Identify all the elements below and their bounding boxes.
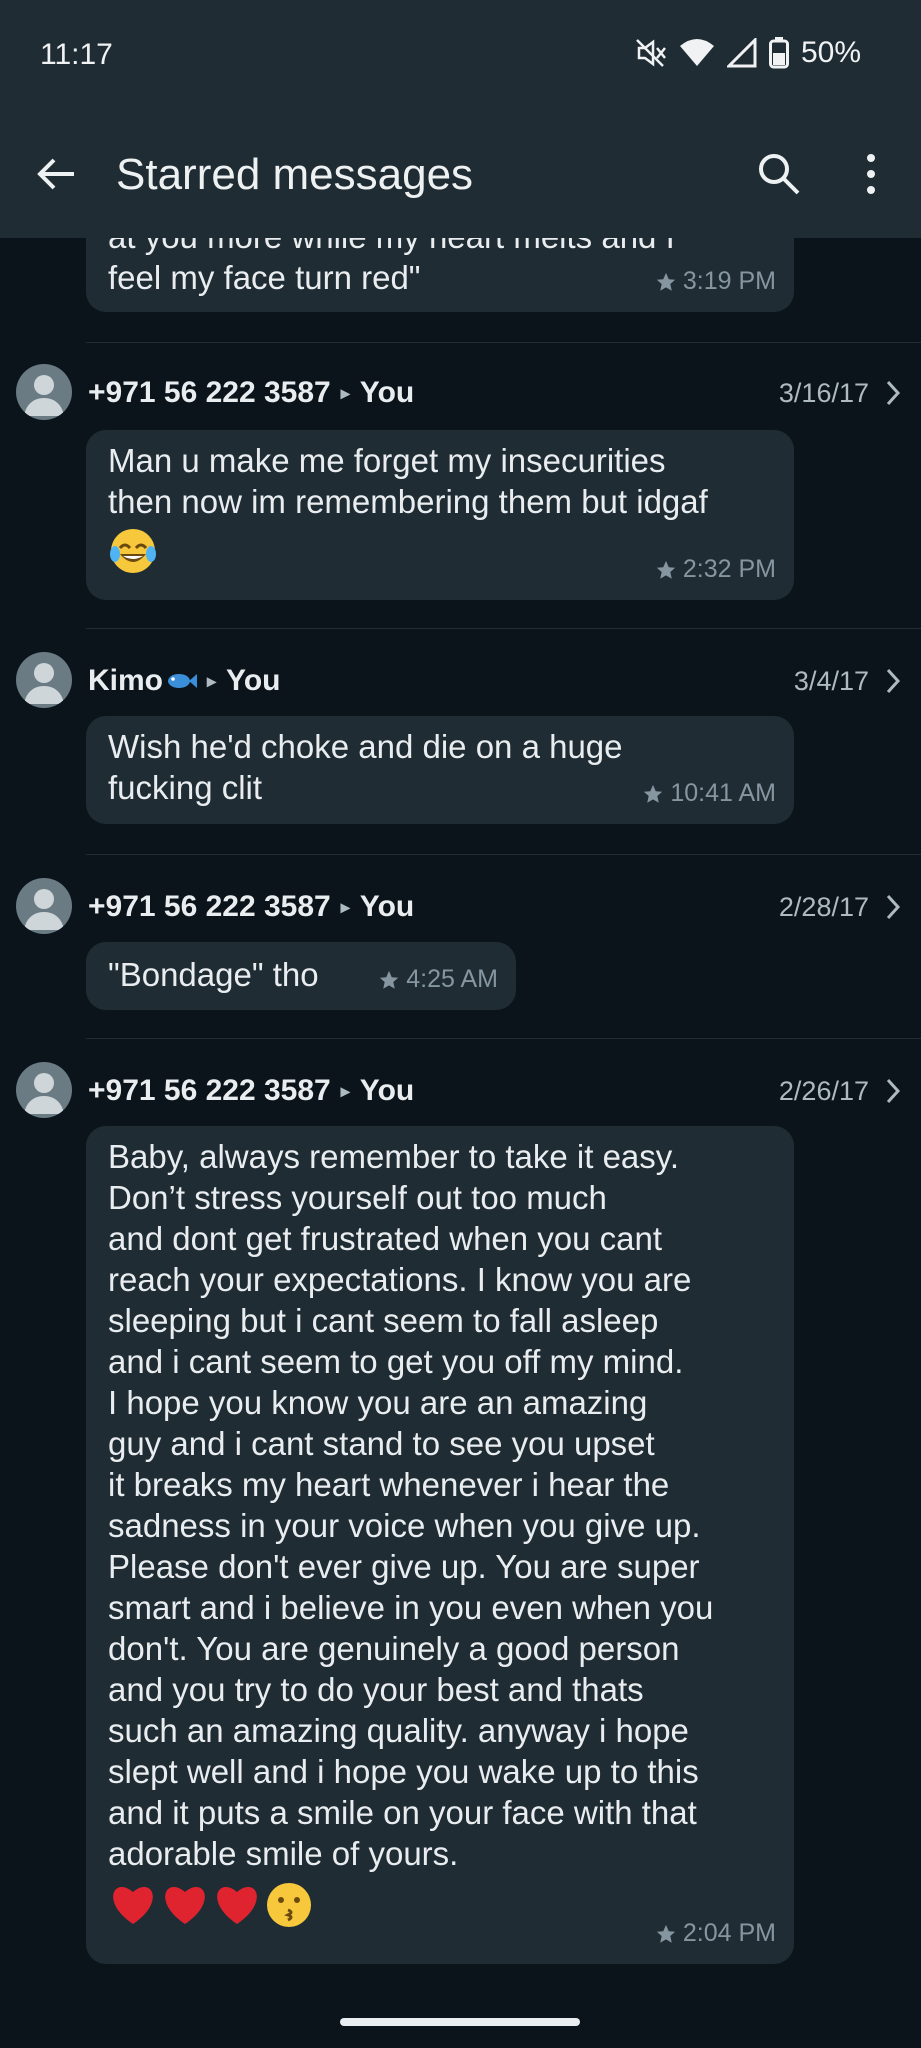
message-time: 10:41 AM [670,779,776,807]
fish-emoji-icon [168,674,197,688]
arrow-right-icon: ▸ [340,382,350,403]
person-icon [24,375,64,416]
message-meta: 2:04 PM [655,1913,776,1954]
kissing-face-emoji-icon [267,1883,311,1927]
avatar[interactable] [16,878,72,934]
red-heart-emoji-icon [217,1887,257,1924]
message-bubble[interactable]: "Bondage" tho 4:25 AM [86,942,516,1010]
sender-line: +971 56 222 3587 ▸ You [88,890,414,924]
star-icon [380,970,399,989]
message-header[interactable]: +971 56 222 3587 ▸ You 2/26/17 [0,1060,921,1120]
sender-name: +971 56 222 3587 [88,890,331,923]
arrow-right-icon: ▸ [340,1080,350,1101]
message-date: 2/26/17 [778,1076,869,1106]
arrow-right-icon: ▸ [207,670,217,691]
message-text: Man u make me forget my insecurities the… [108,442,708,520]
message-time: 3:19 PM [682,267,776,295]
star-icon [656,560,676,579]
message-time: 2:04 PM [682,1919,776,1947]
star-icon [656,1924,676,1943]
app-bar: Starred messages [0,110,921,238]
sender-name: +971 56 222 3587 [88,376,331,409]
message-date: 3/4/17 [793,666,869,696]
recipient-name: You [359,376,415,409]
message-meta: 4:25 AM [378,959,498,1000]
message-header[interactable]: +971 56 222 3587 ▸ You 3/16/17 [0,362,921,422]
recipient-name: You [359,890,415,923]
battery-percent: 50% [800,36,861,69]
avatar[interactable] [16,1062,72,1118]
search-icon[interactable] [755,150,801,196]
message-date: 3/16/17 [778,378,869,408]
more-options-icon[interactable] [861,150,881,198]
message-header[interactable]: +971 56 222 3587 ▸ You 2/28/17 [0,876,921,936]
star-icon [644,784,663,803]
battery-icon [768,37,789,69]
chevron-right-icon[interactable] [883,892,903,922]
mute-icon [636,39,666,67]
sender-line: +971 56 222 3587 ▸ You [88,1074,414,1108]
tears-of-joy-emoji-icon [110,529,156,573]
avatar[interactable] [16,364,72,420]
recipient-name: You [226,664,281,697]
home-indicator[interactable] [340,2018,580,2026]
star-icon [656,272,676,291]
sender-name: Kimo [88,664,163,697]
chevron-right-icon[interactable] [883,1076,903,1106]
chevron-right-icon[interactable] [883,378,903,408]
message-bubble[interactable]: Baby, always remember to take it easy. D… [86,1126,794,1964]
sender-line: Kimo ▸ You [88,664,280,698]
message-bubble[interactable]: Wish he'd choke and die on a huge fuckin… [86,716,794,824]
wifi-icon [679,39,714,66]
divider [86,628,921,629]
message-bubble[interactable]: Man u make me forget my insecurities the… [86,430,794,600]
divider [86,854,921,855]
message-time: 4:25 AM [406,965,498,993]
back-arrow-icon[interactable] [34,152,78,196]
cell-signal-icon [726,38,757,68]
page-title: Starred messages [116,150,474,199]
red-heart-emoji-icon [165,1887,205,1924]
red-heart-emoji-icon [113,1887,153,1924]
arrow-right-icon: ▸ [340,896,350,917]
message-time: 2:32 PM [682,555,776,583]
sender-line: +971 56 222 3587 ▸ You [88,376,414,410]
avatar[interactable] [16,652,72,708]
message-list: at you more while my heart melts and I f… [0,0,921,2048]
person-icon [24,889,64,930]
sender-name: +971 56 222 3587 [88,1074,331,1107]
message-meta: 2:32 PM [655,549,776,590]
status-bar: 11:17 50% [0,0,921,110]
recipient-name: You [359,1074,415,1107]
person-icon [24,663,64,704]
message-meta: 10:41 AM [642,773,776,814]
message-meta: 3:19 PM [655,261,776,302]
person-icon [24,1073,64,1114]
message-text: Baby, always remember to take it easy. D… [108,1138,714,1872]
message-header[interactable]: Kimo ▸ You 3/4/17 [0,650,921,710]
status-time: 11:17 [40,38,113,71]
divider [86,342,921,343]
status-icons: 50% [633,36,861,70]
chevron-right-icon[interactable] [883,666,903,696]
message-date: 2/28/17 [778,892,869,922]
divider [86,1038,921,1039]
